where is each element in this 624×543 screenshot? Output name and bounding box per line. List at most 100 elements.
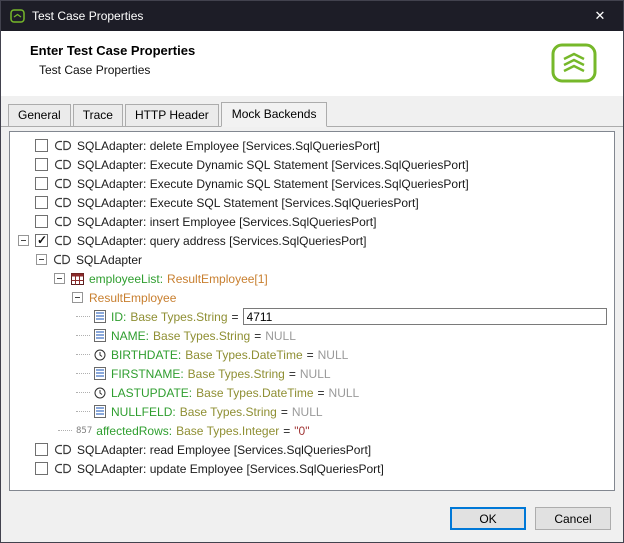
close-button[interactable]: ✕ — [577, 1, 623, 31]
operation-icon — [54, 178, 72, 189]
collapse-toggle-icon[interactable] — [36, 254, 47, 265]
checkbox[interactable] — [35, 443, 48, 456]
tree-connector — [76, 354, 90, 355]
brand-logo — [551, 43, 597, 83]
field-name: NULLFELD: — [111, 405, 176, 419]
tree-row-execute-dynamic-sql-2[interactable]: SQLAdapter: Execute Dynamic SQL Statemen… — [10, 174, 614, 193]
checkbox[interactable] — [35, 139, 48, 152]
tab-page-mock-backends: SQLAdapter: delete Employee [Services.Sq… — [1, 127, 623, 498]
operation-icon — [54, 197, 72, 208]
tree-row-query-address[interactable]: SQLAdapter: query address [Services.SqlQ… — [10, 231, 614, 250]
equals-sign: = — [232, 310, 239, 324]
checkbox[interactable] — [35, 158, 48, 171]
row-label: SQLAdapter: insert Employee [Services.Sq… — [77, 215, 376, 229]
tree-row-delete-employee[interactable]: SQLAdapter: delete Employee [Services.Sq… — [10, 136, 614, 155]
row-label: SQLAdapter — [76, 253, 142, 267]
row-label: SQLAdapter: delete Employee [Services.Sq… — [77, 139, 380, 153]
tree-row-sqladapter[interactable]: SQLAdapter — [10, 250, 614, 269]
equals-sign: = — [254, 329, 261, 343]
field-name: LASTUPDATE: — [111, 386, 192, 400]
tree-row-field-birthdate[interactable]: BIRTHDATE: Base Types.DateTime = NULL — [10, 345, 614, 364]
collapse-toggle-icon[interactable] — [18, 235, 29, 246]
window-title: Test Case Properties — [32, 9, 143, 23]
test-case-properties-dialog: Test Case Properties ✕ Enter Test Case P… — [0, 0, 624, 543]
checkbox-checked[interactable] — [35, 234, 48, 247]
field-type: Base Types.String — [188, 367, 285, 381]
operation-icon — [54, 444, 72, 455]
row-label: ResultEmployee — [89, 291, 176, 305]
title-bar: Test Case Properties ✕ — [1, 1, 623, 31]
equals-sign: = — [281, 405, 288, 419]
field-type: Base Types.Integer — [176, 424, 279, 438]
row-label: SQLAdapter: Execute SQL Statement [Servi… — [77, 196, 419, 210]
clock-icon — [94, 387, 106, 399]
cancel-button[interactable]: Cancel — [535, 507, 611, 530]
field-icon — [94, 367, 106, 380]
mock-backends-tree[interactable]: SQLAdapter: delete Employee [Services.Sq… — [9, 131, 615, 491]
field-type: Base Types.String — [153, 329, 250, 343]
tree-row-read-employee[interactable]: SQLAdapter: read Employee [Services.SqlQ… — [10, 440, 614, 459]
tree-connector — [76, 392, 90, 393]
field-name: ID: — [111, 310, 126, 324]
field-type: Base Types.DateTime — [196, 386, 313, 400]
field-name: affectedRows: — [96, 424, 172, 438]
integer-icon: 857 — [76, 426, 92, 436]
checkbox[interactable] — [35, 196, 48, 209]
tab-trace[interactable]: Trace — [73, 104, 123, 126]
field-value: "0" — [294, 424, 309, 438]
app-icon — [10, 9, 25, 23]
field-value: NULL — [318, 348, 349, 362]
field-icon — [94, 405, 106, 418]
equals-sign: = — [289, 367, 296, 381]
row-label: SQLAdapter: read Employee [Services.SqlQ… — [77, 443, 371, 457]
id-value-input[interactable] — [243, 308, 607, 325]
tree-connector — [76, 411, 90, 412]
operation-icon — [54, 140, 72, 151]
tree-row-field-firstname[interactable]: FIRSTNAME: Base Types.String = NULL — [10, 364, 614, 383]
tree-row-field-id[interactable]: ID: Base Types.String = — [10, 307, 614, 326]
tab-bar: General Trace HTTP Header Mock Backends — [1, 96, 623, 127]
field-name: FIRSTNAME: — [111, 367, 184, 381]
tree-row-field-nullfeld[interactable]: NULLFELD: Base Types.String = NULL — [10, 402, 614, 421]
operation-icon — [54, 463, 72, 474]
param-value: ResultEmployee[1] — [167, 272, 268, 286]
row-label: SQLAdapter: Execute Dynamic SQL Statemen… — [77, 177, 469, 191]
equals-sign: = — [283, 424, 290, 438]
operation-icon — [53, 254, 71, 265]
field-name: BIRTHDATE: — [111, 348, 181, 362]
checkbox[interactable] — [35, 462, 48, 475]
tree-row-affected-rows[interactable]: 857 affectedRows: Base Types.Integer = "… — [10, 421, 614, 440]
header-text: Enter Test Case Properties Test Case Pro… — [30, 43, 195, 83]
ok-button[interactable]: OK — [450, 507, 526, 530]
field-value: NULL — [292, 405, 323, 419]
operation-icon — [54, 216, 72, 227]
tree-connector — [58, 430, 72, 431]
tree-connector — [76, 373, 90, 374]
tree-row-employee-list[interactable]: employeeList: ResultEmployee[1] — [10, 269, 614, 288]
clock-icon — [94, 349, 106, 361]
param-name: employeeList: — [89, 272, 163, 286]
tree-row-result-employee[interactable]: ResultEmployee — [10, 288, 614, 307]
field-value: NULL — [329, 386, 360, 400]
field-name: NAME: — [111, 329, 149, 343]
tree-row-execute-dynamic-sql-1[interactable]: SQLAdapter: Execute Dynamic SQL Statemen… — [10, 155, 614, 174]
row-label: SQLAdapter: query address [Services.SqlQ… — [77, 234, 366, 248]
page-title: Enter Test Case Properties — [30, 43, 195, 58]
tab-mock-backends[interactable]: Mock Backends — [221, 102, 328, 127]
tree-row-update-employee[interactable]: SQLAdapter: update Employee [Services.Sq… — [10, 459, 614, 478]
tree-row-execute-sql[interactable]: SQLAdapter: Execute SQL Statement [Servi… — [10, 193, 614, 212]
tab-general[interactable]: General — [8, 104, 71, 126]
tree-row-insert-employee[interactable]: SQLAdapter: insert Employee [Services.Sq… — [10, 212, 614, 231]
field-type: Base Types.String — [180, 405, 277, 419]
checkbox[interactable] — [35, 177, 48, 190]
field-type: Base Types.String — [130, 310, 227, 324]
tree-row-field-lastupdate[interactable]: LASTUPDATE: Base Types.DateTime = NULL — [10, 383, 614, 402]
collapse-toggle-icon[interactable] — [72, 292, 83, 303]
collapse-toggle-icon[interactable] — [54, 273, 65, 284]
tab-http-header[interactable]: HTTP Header — [125, 104, 219, 126]
tree-row-field-name[interactable]: NAME: Base Types.String = NULL — [10, 326, 614, 345]
page-subtitle: Test Case Properties — [39, 63, 195, 77]
checkbox[interactable] — [35, 215, 48, 228]
tree-connector — [76, 335, 90, 336]
row-label: SQLAdapter: Execute Dynamic SQL Statemen… — [77, 158, 469, 172]
